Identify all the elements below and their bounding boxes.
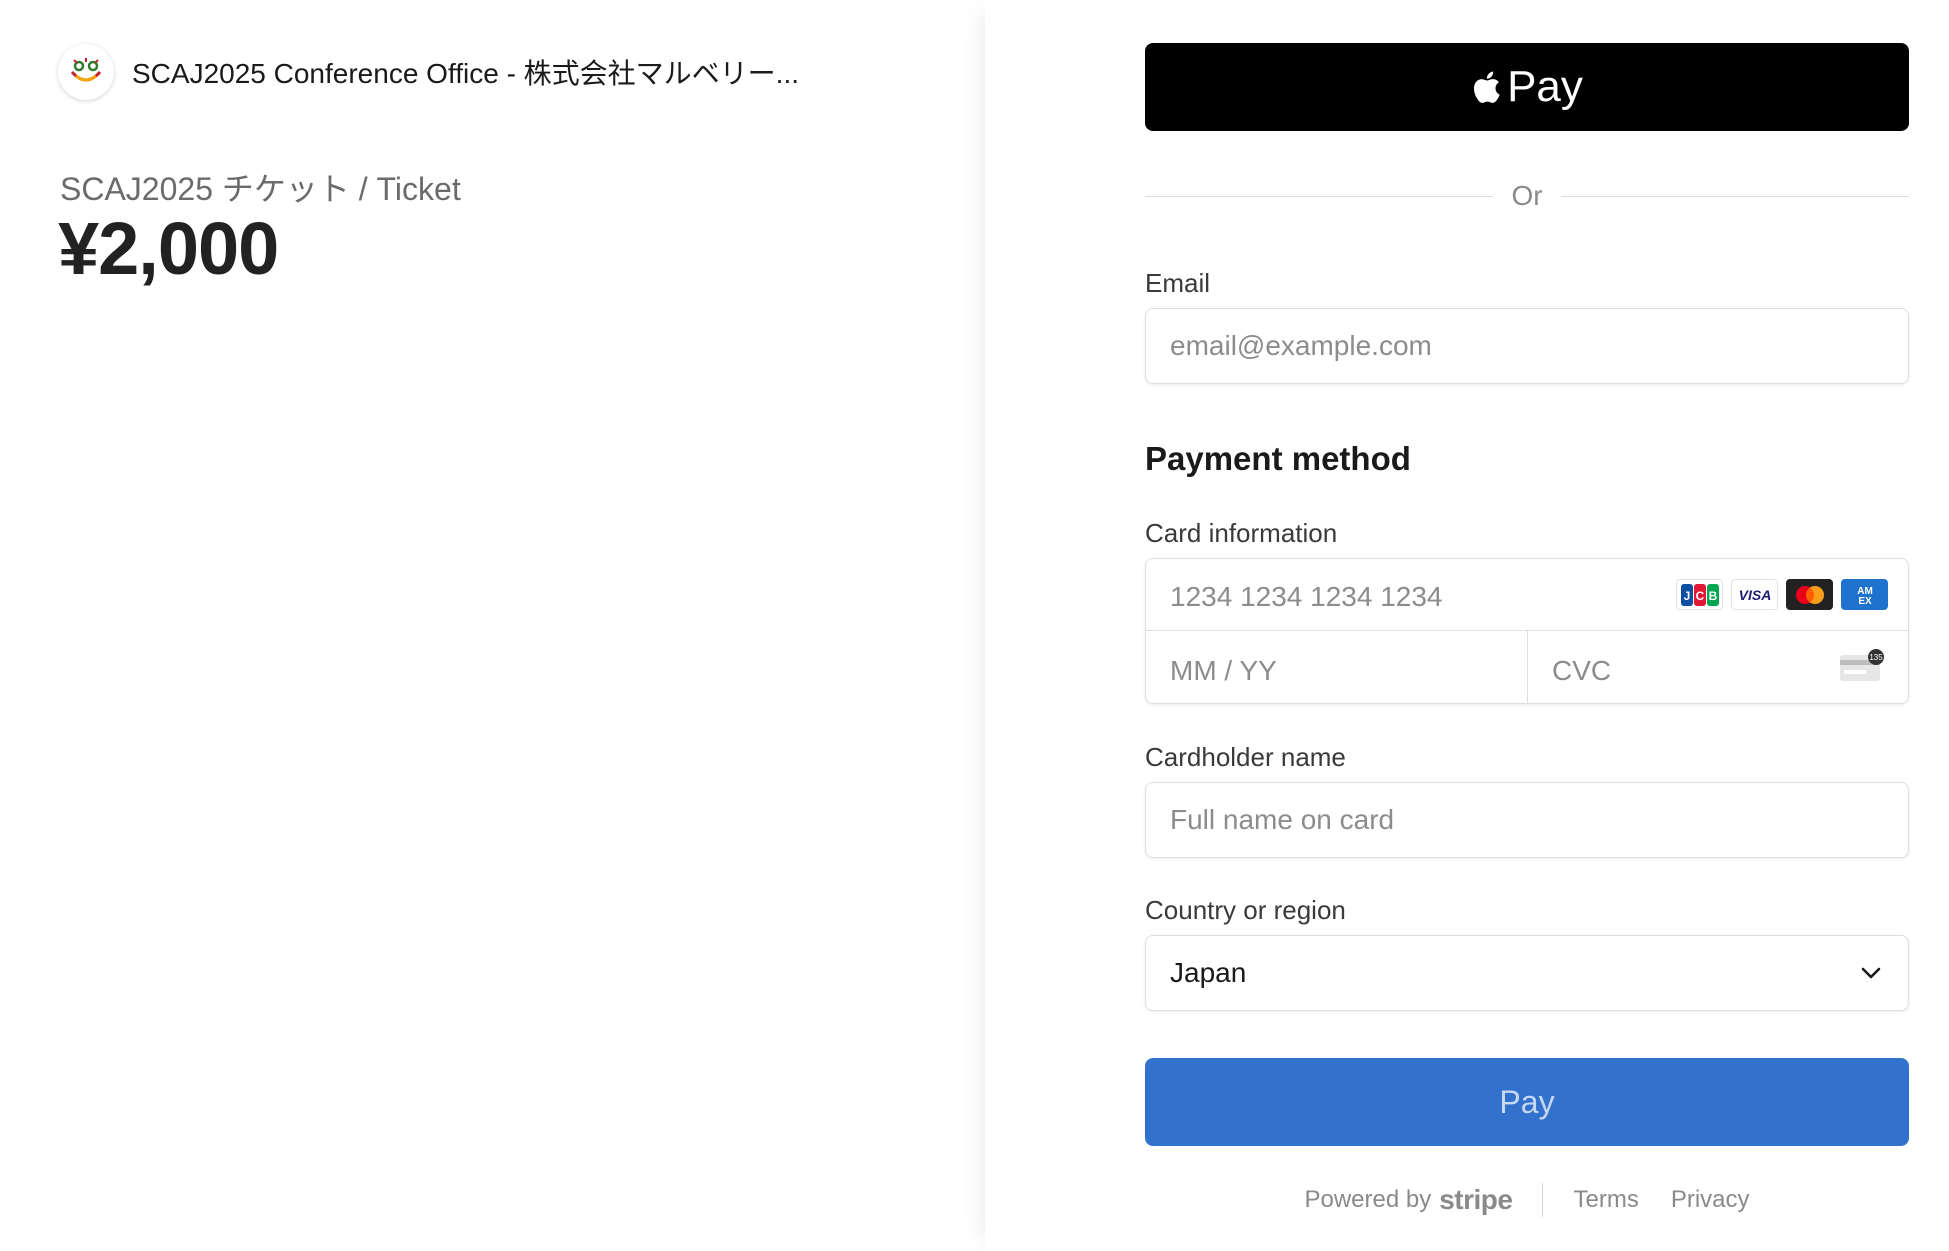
cvc-card-icon: 135 <box>1840 649 1884 681</box>
chevron-down-icon <box>1861 967 1881 979</box>
card-number-placeholder: 1234 1234 1234 1234 <box>1170 581 1443 612</box>
footer-separator <box>1542 1183 1544 1217</box>
merchant-logo-icon <box>70 58 102 82</box>
visa-icon: VISA <box>1731 579 1778 610</box>
apple-logo-icon <box>1474 71 1500 103</box>
jcb-icon: J C B <box>1676 579 1723 610</box>
card-brands: J C B VISA AM EX <box>1676 579 1888 610</box>
cvc-field[interactable]: CVC 135 <box>1528 631 1908 703</box>
apple-pay-button[interactable]: Pay <box>1145 43 1909 131</box>
merchant-logo <box>58 44 114 100</box>
divider-line-left <box>1145 195 1494 197</box>
email-label: Email <box>1145 268 1211 298</box>
merchant-header: SCAJ2025 Conference Office - 株式会社マルベリー..… <box>58 44 799 100</box>
email-input[interactable] <box>1145 308 1909 384</box>
product-price: ¥2,000 <box>58 207 279 290</box>
svg-text:EX: EX <box>1858 596 1872 607</box>
pay-button[interactable]: Pay <box>1145 1058 1909 1146</box>
cvc-hint-text: 135 <box>1869 653 1883 662</box>
product-name: SCAJ2025 チケット / Ticket <box>60 171 461 207</box>
expiry-field[interactable]: MM / YY <box>1146 631 1528 703</box>
card-information-label: Card information <box>1145 518 1338 548</box>
privacy-link[interactable]: Privacy <box>1671 1186 1750 1214</box>
svg-text:B: B <box>1708 589 1717 603</box>
amex-icon: AM EX <box>1841 579 1888 610</box>
mastercard-icon <box>1786 579 1833 610</box>
divider-line-right <box>1560 195 1910 197</box>
cardholder-name-input[interactable] <box>1145 782 1909 858</box>
card-number-field[interactable]: 1234 1234 1234 1234 J C B VISA AM EX <box>1146 559 1908 631</box>
footer: Powered by stripe Terms Privacy <box>1145 1180 1909 1220</box>
terms-link[interactable]: Terms <box>1573 1186 1638 1214</box>
stripe-logo[interactable]: stripe <box>1439 1184 1513 1216</box>
order-summary-panel: SCAJ2025 Conference Office - 株式会社マルベリー..… <box>0 0 985 1251</box>
powered-by-text: Powered by <box>1304 1186 1432 1213</box>
svg-text:C: C <box>1695 589 1704 603</box>
merchant-name[interactable]: SCAJ2025 Conference Office - 株式会社マルベリー..… <box>132 52 799 92</box>
expiry-placeholder: MM / YY <box>1170 655 1277 686</box>
card-expiry-cvc-row: MM / YY CVC 135 <box>1146 631 1908 703</box>
or-divider: Or <box>1145 178 1910 214</box>
country-select[interactable]: Japan <box>1145 935 1909 1011</box>
pay-button-label: Pay <box>1499 1083 1555 1120</box>
apple-pay-label: Pay <box>1507 62 1583 111</box>
country-label: Country or region <box>1145 895 1346 925</box>
cvc-placeholder: CVC <box>1552 655 1612 686</box>
card-information-box: 1234 1234 1234 1234 J C B VISA AM EX MM … <box>1145 558 1909 704</box>
payment-method-heading: Payment method <box>1145 440 1411 477</box>
svg-text:J: J <box>1683 589 1690 603</box>
payment-panel: Pay Or Email Payment method Card informa… <box>985 0 1949 1251</box>
cardholder-name-label: Cardholder name <box>1145 742 1346 772</box>
country-selected-value: Japan <box>1170 957 1247 988</box>
or-text: Or <box>1511 180 1543 211</box>
svg-text:VISA: VISA <box>1738 587 1771 603</box>
